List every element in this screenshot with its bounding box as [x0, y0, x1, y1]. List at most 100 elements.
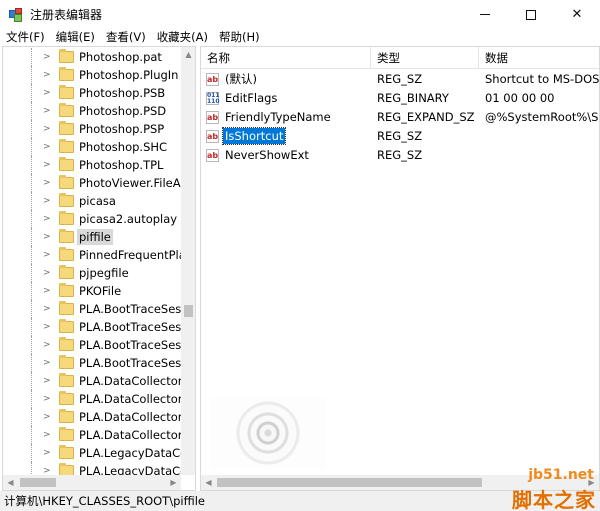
status-bar: 计算机\HKEY_CLASSES_ROOT\piffile — [0, 491, 600, 511]
chevron-right-icon[interactable]: > — [43, 268, 53, 278]
scroll-left-icon[interactable]: ◀ — [3, 475, 18, 490]
tree-item[interactable]: > picasa — [3, 192, 181, 210]
menu-edit[interactable]: 编辑(E) — [50, 29, 100, 45]
tree-item[interactable]: > PLA.BootTraceSessi — [3, 354, 190, 372]
chevron-right-icon[interactable]: > — [43, 232, 53, 242]
tree-connector — [31, 192, 32, 210]
column-type[interactable]: 类型 — [371, 47, 479, 69]
column-name[interactable]: 名称 — [201, 47, 371, 69]
tree-item[interactable]: > Photoshop.pat — [3, 48, 181, 66]
chevron-right-icon[interactable]: > — [43, 448, 53, 458]
scroll-left-icon[interactable]: ◀ — [201, 475, 216, 490]
tree-item-label: PLA.DataCollectorSe — [79, 374, 196, 388]
maximize-button[interactable] — [508, 0, 554, 29]
menu-favorites[interactable]: 收藏夹(A) — [151, 29, 213, 45]
menu-help[interactable]: 帮助(H) — [213, 29, 265, 45]
value-row[interactable]: ab FriendlyTypeName REG_EXPAND_SZ @%SystemR… — [201, 108, 599, 127]
tree-item[interactable]: > PLA.BootTraceSessi — [3, 318, 190, 336]
chevron-right-icon[interactable]: > — [43, 322, 53, 332]
tree-item[interactable]: > pjpegfile — [3, 264, 181, 282]
tree-item[interactable]: > Photoshop.SHC — [3, 138, 181, 156]
tree-item[interactable]: > Photoshop.PSP — [3, 120, 181, 138]
chevron-right-icon[interactable]: > — [43, 142, 53, 152]
column-data[interactable]: 数据 — [479, 47, 599, 69]
tree-item[interactable]: > Photoshop.TPL — [3, 156, 181, 174]
tree-item[interactable]: > Photoshop.PlugIn — [3, 66, 181, 84]
folder-icon — [59, 49, 74, 63]
chevron-right-icon[interactable]: > — [43, 214, 53, 224]
value-name: FriendlyTypeName — [225, 110, 331, 124]
tree-item[interactable]: > Photoshop.PSB — [3, 84, 181, 102]
minimize-button[interactable] — [462, 0, 508, 29]
tree-item[interactable]: > PLA.DataCollectorSe — [3, 390, 195, 408]
tree-item[interactable]: > piffile — [3, 228, 181, 246]
chevron-right-icon[interactable]: > — [43, 358, 53, 368]
menu-view[interactable]: 查看(V) — [100, 29, 151, 45]
tree-item[interactable]: > PLA.BootTraceSessi — [3, 300, 190, 318]
tree-item-label: PhotoViewer.FileAss — [79, 176, 193, 190]
chevron-right-icon[interactable]: > — [43, 340, 53, 350]
tree-connector — [31, 282, 32, 300]
tree-item-label: PLA.BootTraceSessi — [79, 302, 191, 316]
chevron-right-icon[interactable]: > — [43, 70, 53, 80]
chevron-right-icon[interactable]: > — [43, 304, 53, 314]
tree-item[interactable]: > PKOFile — [3, 282, 181, 300]
tree-item-label: pjpegfile — [79, 266, 129, 280]
tree-connector — [31, 210, 32, 228]
chevron-right-icon[interactable]: > — [43, 178, 53, 188]
value-type: REG_SZ — [377, 148, 423, 162]
value-row[interactable]: 011 110 EditFlags REG_BINARY 01 00 00 00 — [201, 89, 599, 108]
folder-icon — [59, 67, 74, 81]
tree-item[interactable]: > PLA.DataCollectorSe — [3, 372, 195, 390]
tree-hscroll-thumb[interactable] — [20, 478, 56, 487]
close-button[interactable]: ✕ — [554, 0, 600, 29]
chevron-right-icon[interactable]: > — [43, 376, 53, 386]
string-value-icon: ab — [206, 130, 219, 143]
tree-horizontal-scrollbar[interactable]: ◀ ▶ — [3, 475, 181, 490]
tree-item[interactable]: > PLA.DataCollectorSe — [3, 408, 195, 426]
tree-item[interactable]: > PLA.LegacyDataColl — [3, 444, 194, 462]
tree-item[interactable]: > PhotoViewer.FileAss — [3, 174, 193, 192]
chevron-right-icon[interactable]: > — [43, 286, 53, 296]
values-list-panel: 名称 类型 数据 ab (默认) REG_SZ Shortcut to MS-DOS … — [200, 46, 600, 491]
tree-item[interactable]: > PLA.BootTraceSessi — [3, 336, 190, 354]
value-row[interactable]: ab (默认) REG_SZ Shortcut to MS-DOS P — [201, 70, 599, 89]
chevron-right-icon[interactable]: > — [43, 430, 53, 440]
chevron-right-icon[interactable]: > — [43, 196, 53, 206]
tree-vscroll-thumb[interactable] — [184, 305, 193, 317]
chevron-right-icon[interactable]: > — [43, 412, 53, 422]
tree-item-label: piffile — [77, 229, 113, 245]
chevron-right-icon[interactable]: > — [43, 106, 53, 116]
chevron-right-icon[interactable]: > — [43, 52, 53, 62]
window-controls: ✕ — [462, 0, 600, 29]
string-value-icon: ab — [206, 149, 219, 162]
regedit-app-icon — [8, 7, 24, 23]
window-title: 注册表编辑器 — [30, 8, 103, 22]
scroll-right-icon[interactable]: ▶ — [166, 475, 181, 490]
binary-value-icon: 011 110 — [206, 92, 220, 105]
tree-item[interactable]: > PinnedFrequentPlac — [3, 246, 192, 264]
chevron-right-icon[interactable]: > — [43, 250, 53, 260]
scroll-up-icon[interactable]: ▲ — [181, 47, 195, 62]
title-bar: 注册表编辑器 ✕ — [0, 0, 600, 29]
tree-connector — [31, 120, 32, 138]
tree-item[interactable]: > PLA.DataCollectorSe — [3, 426, 195, 444]
tree-item[interactable]: > Photoshop.PSD — [3, 102, 181, 120]
value-name: (默认) — [225, 72, 257, 86]
tree-item[interactable]: > picasa2.autoplay — [3, 210, 181, 228]
folder-icon — [59, 409, 74, 423]
list-hscroll-thumb[interactable] — [217, 478, 482, 487]
tree-item-label: Photoshop.PSP — [79, 122, 165, 136]
tree-vertical-scrollbar[interactable]: ▲ — [181, 47, 195, 475]
value-row[interactable]: ab NeverShowExt REG_SZ — [201, 146, 599, 165]
tree-item-label: Photoshop.TPL — [79, 158, 164, 172]
chevron-right-icon[interactable]: > — [43, 88, 53, 98]
chevron-right-icon[interactable]: > — [43, 394, 53, 404]
value-row[interactable]: ab IsShortcut REG_SZ — [201, 127, 599, 146]
chevron-right-icon[interactable]: > — [43, 160, 53, 170]
menu-file[interactable]: 文件(F) — [0, 29, 50, 45]
tree-item-label: Photoshop.pat — [79, 50, 162, 64]
tree-item-label: PLA.DataCollectorSe — [79, 428, 196, 442]
tree-connector — [31, 138, 32, 156]
chevron-right-icon[interactable]: > — [43, 124, 53, 134]
